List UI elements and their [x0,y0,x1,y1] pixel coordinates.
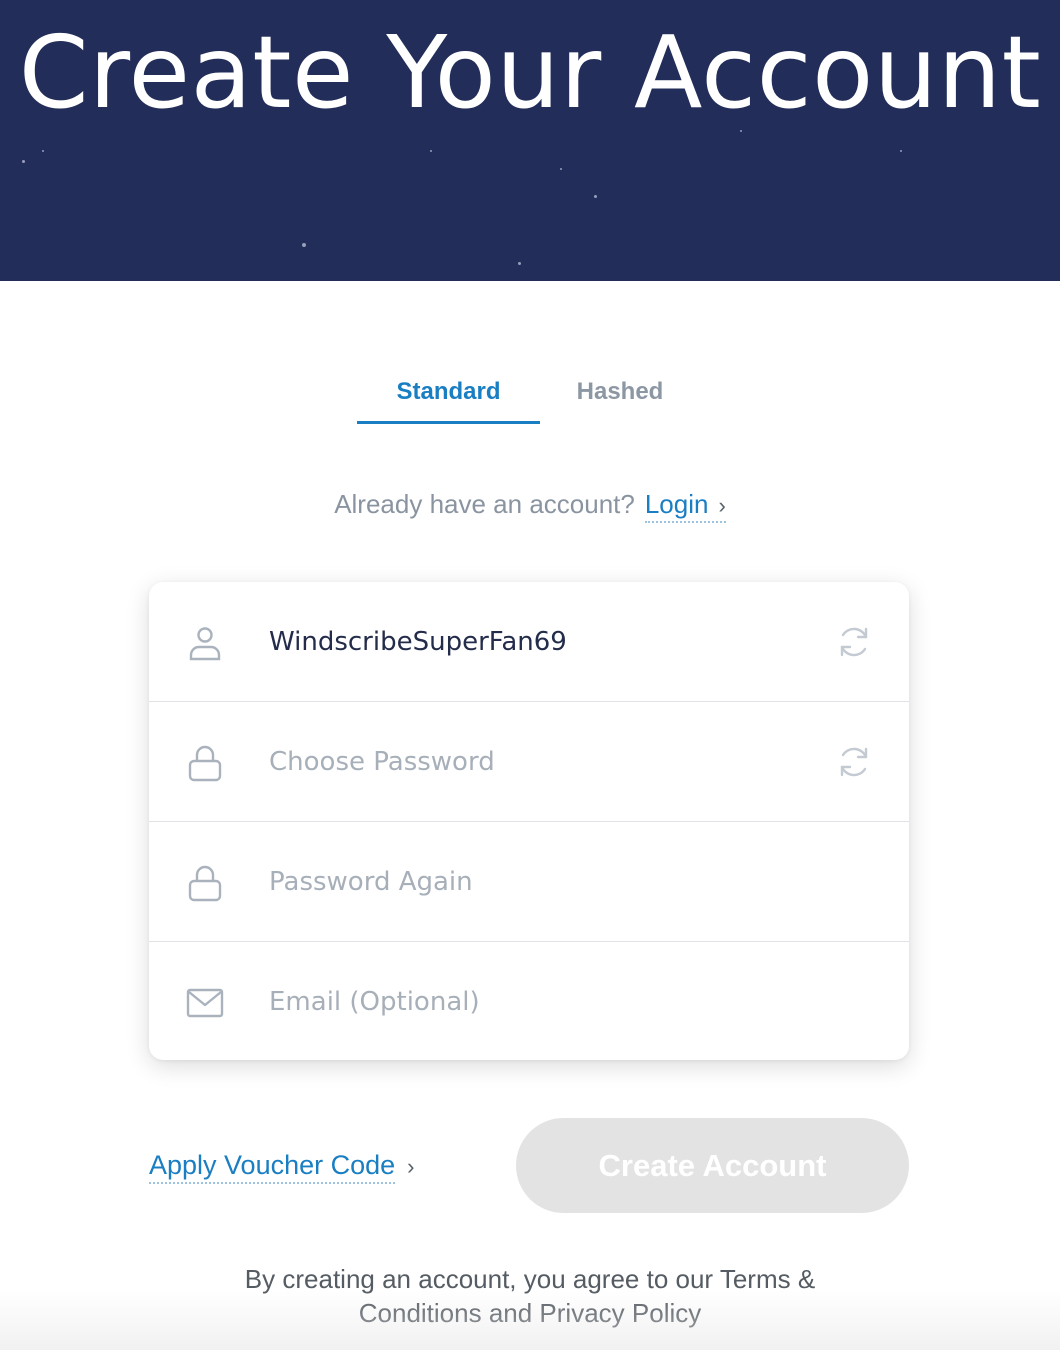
refresh-icon[interactable] [835,623,873,661]
voucher-label: Apply Voucher Code [149,1150,396,1184]
tab-hashed[interactable]: Hashed [540,372,700,424]
login-question: Already have an account? [334,489,635,519]
login-link-label: Login [644,489,709,519]
star-dot [430,150,432,152]
chevron-right-icon: › [718,493,726,518]
star-dot [900,150,902,152]
signup-tabs: Standard Hashed [357,372,717,424]
legal-notice: By creating an account, you agree to our… [0,1262,1060,1330]
username-row [149,582,909,702]
password-input[interactable] [269,740,809,784]
legal-line-1: By creating an account, you agree to our… [244,1264,816,1294]
hero-banner: Create Your Account [0,0,1060,281]
envelope-icon [185,983,225,1023]
apply-voucher-link[interactable]: Apply Voucher Code › [149,1146,415,1186]
user-icon [185,623,225,663]
star-dot [42,150,44,152]
signup-form [149,582,909,1060]
star-dot [518,262,521,265]
username-input[interactable] [269,620,809,664]
create-account-button[interactable]: Create Account [516,1118,909,1213]
login-link[interactable]: Login › [644,489,726,523]
star-dot [594,195,597,198]
star-dot [302,243,306,247]
chevron-right-icon: › [407,1154,415,1179]
password-again-input[interactable] [269,860,809,904]
lock-icon [185,863,225,903]
legal-line-2: Conditions and Privacy Policy [358,1298,702,1328]
password-row [149,702,909,822]
page-title: Create Your Account [18,14,1042,131]
refresh-icon[interactable] [835,743,873,781]
star-dot [560,168,562,170]
email-input[interactable] [269,980,809,1024]
login-prompt: Already have an account? Login › [0,484,1060,526]
star-dot [22,160,25,163]
password-again-row [149,822,909,942]
tab-standard[interactable]: Standard [357,372,540,424]
lock-icon [185,743,225,783]
email-row [149,942,909,1062]
